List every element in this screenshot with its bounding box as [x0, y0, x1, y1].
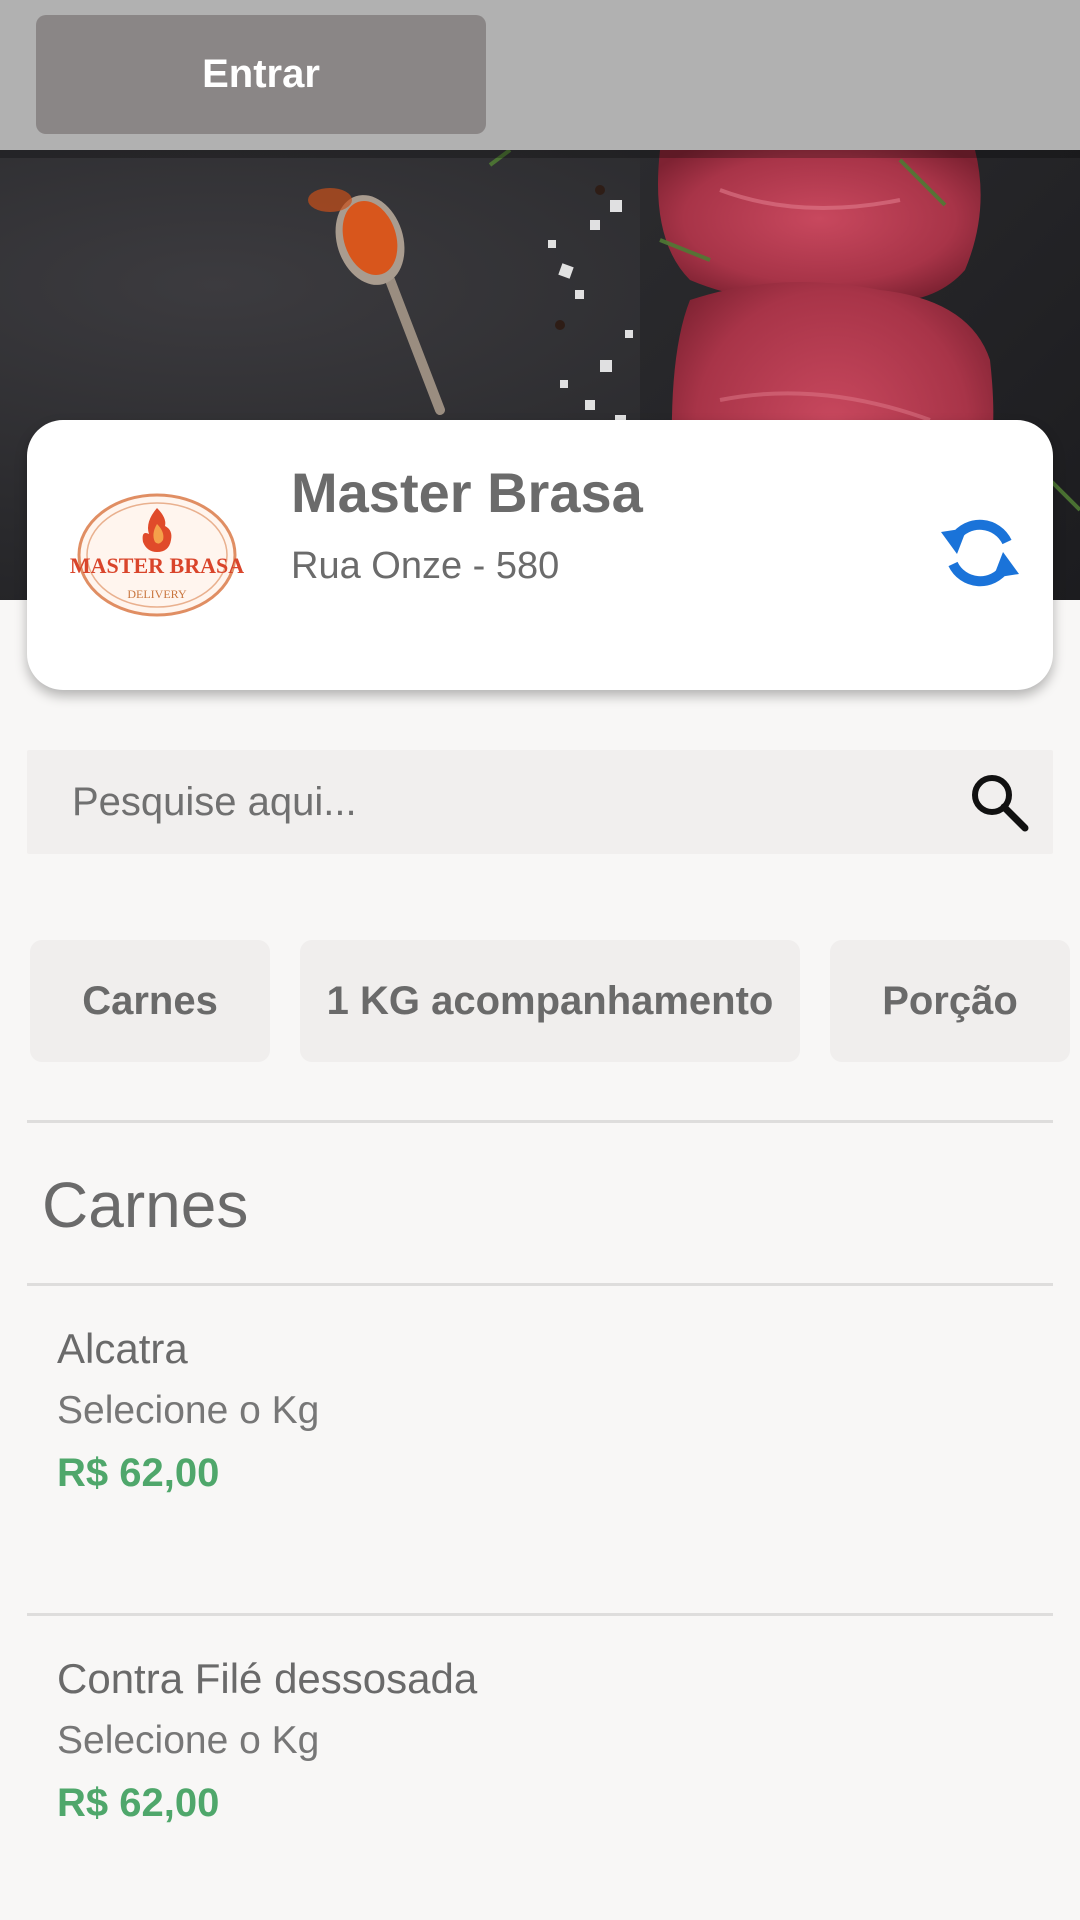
svg-text:DELIVERY: DELIVERY: [127, 587, 187, 601]
refresh-icon[interactable]: [937, 510, 1023, 596]
store-info-card: MASTER BRASA DELIVERY Master Brasa Rua O…: [27, 420, 1053, 690]
top-bar: Entrar: [0, 0, 1080, 150]
divider: [27, 1283, 1053, 1286]
app-screen: Entrar MASTER BRASA DELIVERY Master Bras…: [0, 0, 1080, 1920]
product-description: Selecione o Kg: [57, 1389, 320, 1432]
search-bar: [27, 750, 1053, 854]
section-title: Carnes: [42, 1169, 249, 1241]
product-name: Contra Filé dessosada: [57, 1655, 478, 1702]
product-price: R$ 62,00: [57, 1781, 220, 1825]
search-icon[interactable]: [967, 770, 1031, 834]
svg-text:MASTER BRASA: MASTER BRASA: [70, 553, 244, 578]
product-name: Alcatra: [57, 1325, 188, 1372]
store-name: Master Brasa: [291, 461, 643, 524]
product-description: Selecione o Kg: [57, 1719, 320, 1762]
product-item-alcatra[interactable]: Alcatra Selecione o Kg R$ 62,00: [57, 1323, 1017, 1499]
divider: [27, 1613, 1053, 1616]
store-address: Rua Onze - 580: [291, 545, 560, 587]
product-price: R$ 62,00: [57, 1451, 220, 1495]
product-item-contra-file[interactable]: Contra Filé dessosada Selecione o Kg R$ …: [57, 1653, 1017, 1829]
search-input[interactable]: [72, 750, 932, 854]
store-logo: MASTER BRASA DELIVERY: [70, 493, 244, 617]
category-tab-carnes[interactable]: Carnes: [30, 940, 270, 1062]
login-button[interactable]: Entrar: [36, 15, 486, 134]
category-tab-porcao[interactable]: Porção: [830, 940, 1070, 1062]
divider: [27, 1120, 1053, 1123]
category-tab-acompanhamento[interactable]: 1 KG acompanhamento: [300, 940, 800, 1062]
